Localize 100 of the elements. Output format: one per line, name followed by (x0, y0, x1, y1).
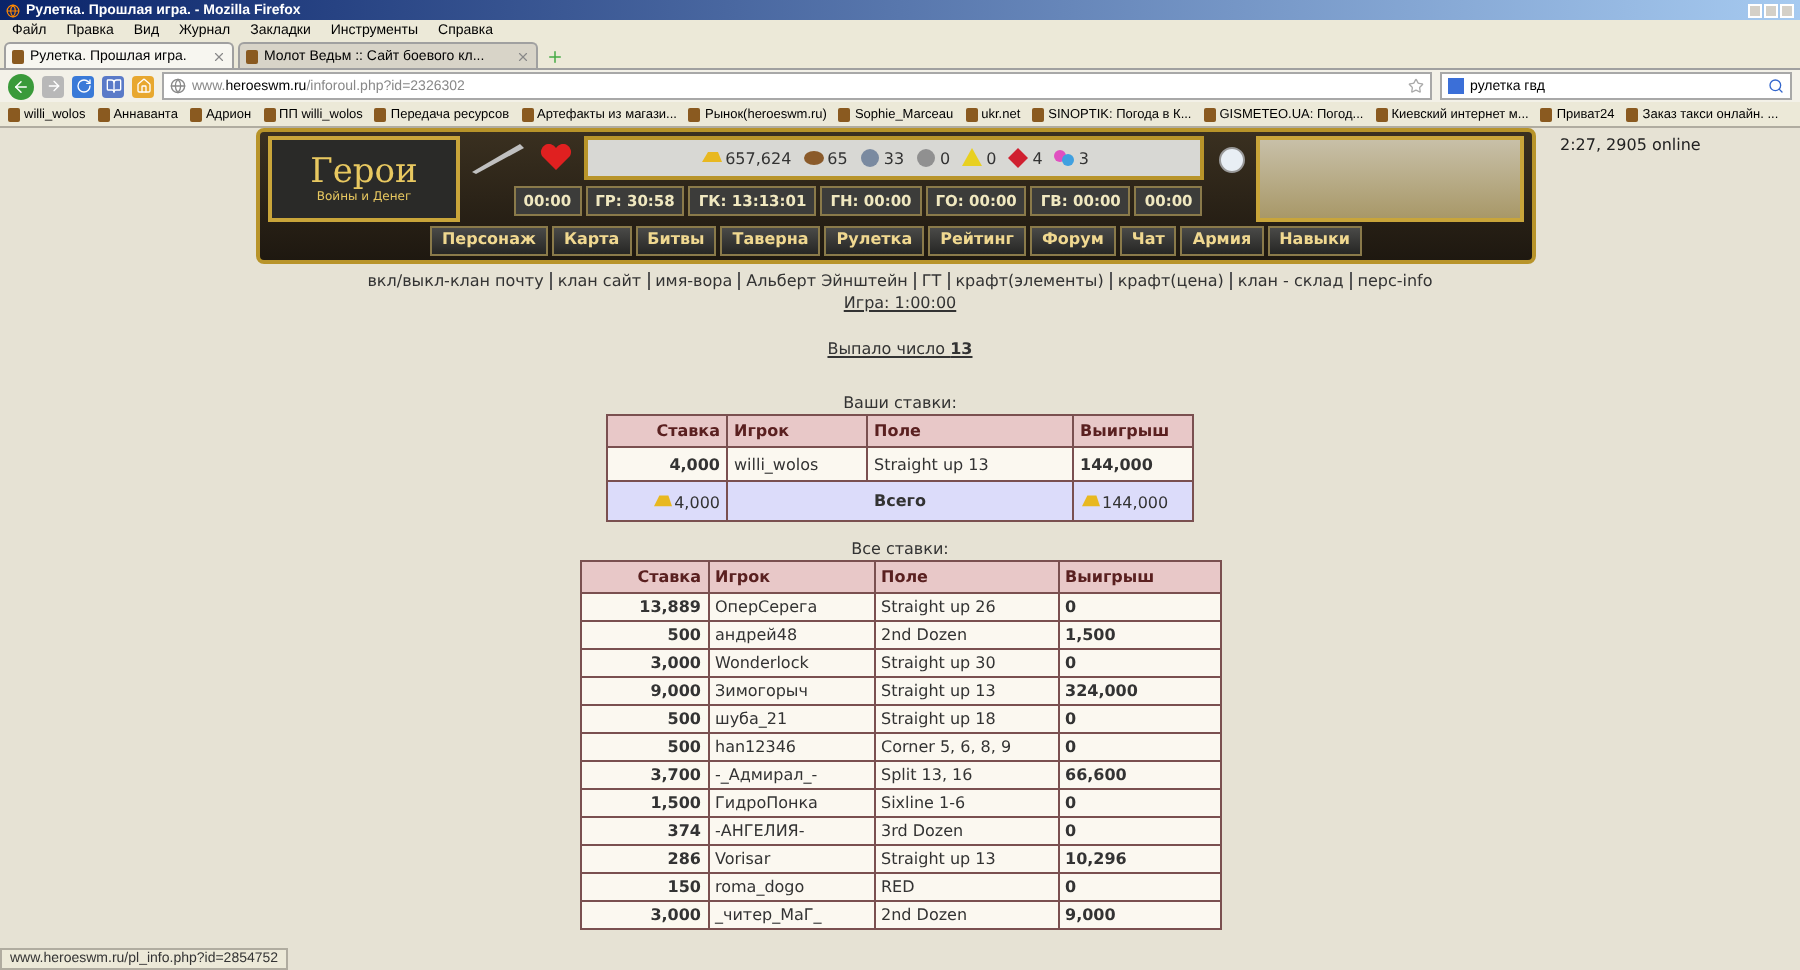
wood-icon (801, 146, 826, 170)
column-header: Выигрыш (1073, 415, 1193, 447)
resource-count: 4 (1032, 149, 1043, 167)
nav-button[interactable]: Чат (1119, 226, 1177, 256)
home-button[interactable] (132, 75, 154, 97)
reload-button[interactable] (72, 75, 94, 97)
table-cell: 1,500 (580, 789, 708, 817)
table-cell: 3,000 (580, 649, 708, 677)
table-cell: 0 (1058, 649, 1220, 677)
table-cell: 144,000 (1073, 447, 1193, 481)
table-cell: 0 (1058, 817, 1220, 845)
close-icon[interactable] (212, 49, 226, 63)
crystal-icon (1006, 146, 1031, 170)
bookmark-icon (688, 107, 701, 121)
link[interactable]: Альберт Эйнштейн (738, 272, 914, 290)
link[interactable]: перс-info (1349, 272, 1439, 290)
nav-button[interactable]: Битвы (635, 226, 717, 256)
bookmark-icon (1626, 107, 1639, 121)
game-link[interactable]: Игра: 1:00:00 (843, 294, 957, 312)
book-icon (105, 78, 121, 94)
nav-button[interactable]: Форум (1029, 226, 1116, 256)
table-cell: 0 (1058, 593, 1220, 621)
close-button[interactable] (1780, 3, 1794, 17)
total-label: Всего (727, 481, 1073, 521)
table-cell: 10,296 (1058, 845, 1220, 873)
table-cell: Straight up 26 (874, 593, 1058, 621)
table-cell: Vorisar (708, 845, 874, 873)
resource-count: 657,624 (725, 149, 792, 167)
link[interactable]: крафт(цена) (1109, 272, 1230, 290)
table-cell: Straight up 18 (874, 705, 1058, 733)
bookmark-icon (1032, 107, 1045, 121)
column-header: Поле (867, 415, 1073, 447)
table-cell: 1,500 (1058, 621, 1220, 649)
sulfur-icon (960, 146, 985, 170)
column-header: Игрок (708, 561, 874, 593)
table-cell: 3,000 (580, 901, 708, 929)
nav-button[interactable]: Персонаж (429, 226, 548, 256)
link[interactable]: клан сайт (549, 272, 648, 290)
table-cell: Wonderlock (708, 649, 874, 677)
table-cell: Straight up 30 (874, 649, 1058, 677)
ore-icon (857, 146, 882, 170)
gems-icon (1052, 146, 1077, 170)
mirror-icon (1216, 142, 1248, 174)
bookmark-icon (8, 107, 20, 121)
nav-button[interactable]: Армия (1180, 226, 1264, 256)
bookmark-icon (838, 107, 851, 121)
column-header: Ставка (580, 561, 708, 593)
table-cell: willi_wolos (727, 447, 867, 481)
table-cell: 0 (1058, 789, 1220, 817)
table-cell: 66,600 (1058, 761, 1220, 789)
table-cell: 374 (580, 817, 708, 845)
column-header: Ставка (607, 415, 727, 447)
link[interactable]: клан - склад (1229, 272, 1350, 290)
table-cell: 500 (580, 621, 708, 649)
resource-count: 0 (940, 149, 951, 167)
table-cell: 2nd Dozen (874, 621, 1058, 649)
nav-button[interactable]: Навыки (1267, 226, 1363, 256)
bookmark-icon (1203, 107, 1216, 121)
result-link[interactable]: Выпало число 13 (827, 340, 973, 358)
nav-button[interactable]: Таверна (720, 226, 821, 256)
table-cell: roma_dogo (708, 873, 874, 901)
link[interactable]: имя-вора (647, 272, 739, 290)
table-cell: RED (874, 873, 1058, 901)
link[interactable]: крафт(элементы) (947, 272, 1110, 290)
table-cell: -АНГЕЛИЯ- (708, 817, 874, 845)
table-cell: 500 (580, 705, 708, 733)
link[interactable]: ГТ (913, 272, 948, 290)
bookmarks-button[interactable] (102, 75, 124, 97)
table-cell: 4,000 (607, 447, 727, 481)
maximize-button[interactable] (1764, 3, 1778, 17)
back-arrow-icon (12, 77, 30, 95)
table-cell: han12346 (708, 733, 874, 761)
table-cell: -_Адмирал_- (708, 761, 874, 789)
table-cell: 9,000 (580, 677, 708, 705)
forward-button[interactable] (42, 75, 64, 97)
bookmark-icon (1540, 107, 1553, 121)
table-caption: Ваши ставки: (843, 394, 957, 412)
star-icon[interactable] (1408, 78, 1424, 94)
heart-icon (540, 144, 572, 172)
search-engine-icon (1448, 78, 1464, 94)
resource-count: 33 (883, 149, 905, 167)
table-cell: ОперСерега (708, 593, 874, 621)
link[interactable]: вкл/выкл-клан почту (361, 272, 550, 290)
table-cell: Straight up 13 (874, 677, 1058, 705)
bookmark-icon (189, 107, 202, 121)
close-icon[interactable] (516, 49, 530, 63)
bookmark-icon (374, 107, 387, 121)
bookmark-icon (965, 107, 978, 121)
back-button[interactable] (8, 73, 34, 99)
minimize-button[interactable] (1748, 3, 1762, 17)
nav-button[interactable]: Рулетка (824, 226, 925, 256)
table-cell: Split 13, 16 (874, 761, 1058, 789)
column-header: Выигрыш (1058, 561, 1220, 593)
table-cell: 324,000 (1058, 677, 1220, 705)
nav-button[interactable]: Карта (551, 226, 632, 256)
resource-count: 0 (986, 149, 997, 167)
table-cell: 286 (580, 845, 708, 873)
search-icon[interactable] (1768, 78, 1784, 94)
nav-button[interactable]: Рейтинг (928, 226, 1026, 256)
table-cell: шуба_21 (708, 705, 874, 733)
